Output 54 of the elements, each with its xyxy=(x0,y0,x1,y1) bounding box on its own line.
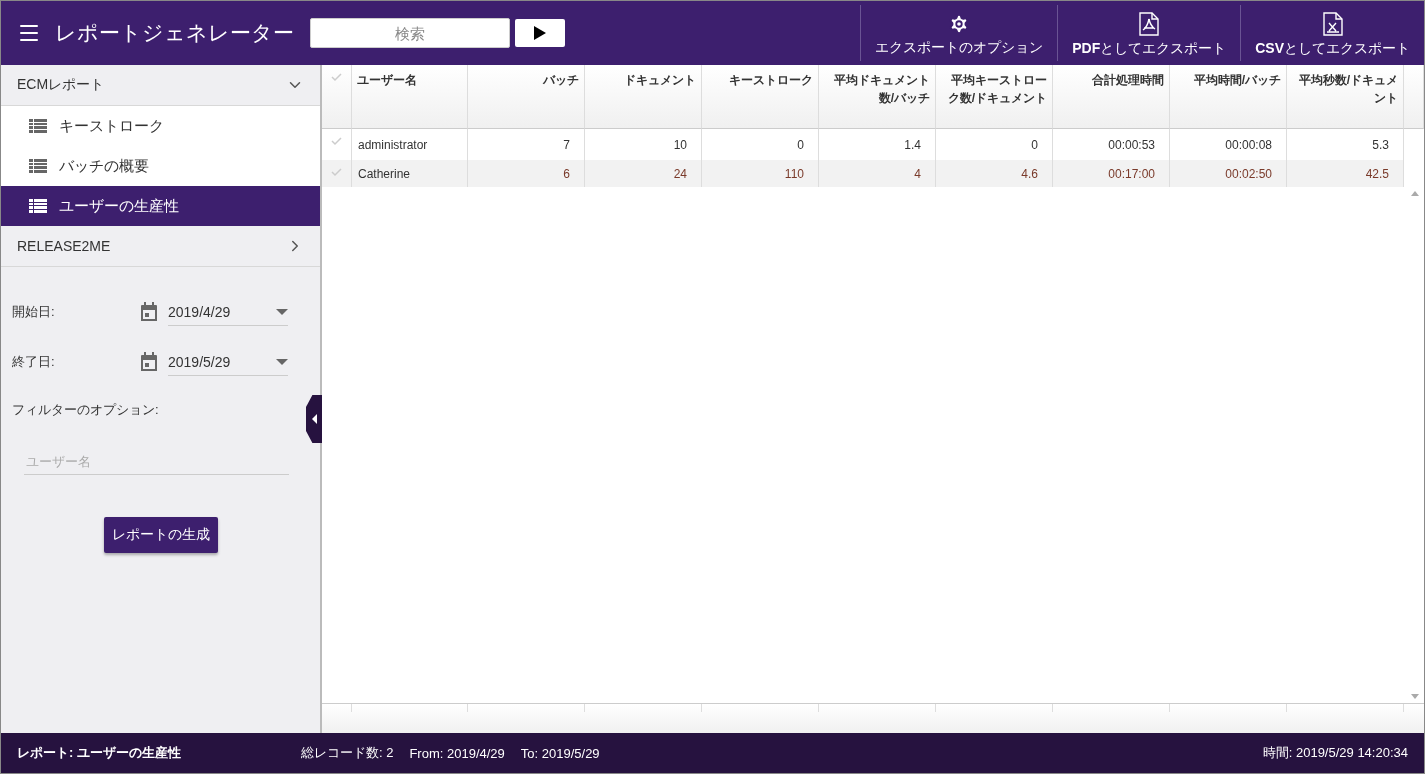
play-icon xyxy=(534,26,546,40)
status-text: レポート: ユーザーの生産性 xyxy=(17,744,181,762)
table-cell: 24 xyxy=(585,160,702,187)
calendar-icon[interactable] xyxy=(140,352,158,372)
check-icon[interactable] xyxy=(331,137,342,146)
check-icon[interactable] xyxy=(331,168,342,177)
menu-item[interactable]: ユーザーの生産性 xyxy=(1,186,320,226)
list-icon xyxy=(29,199,47,213)
app-title: レポートジェネレーター xyxy=(55,20,295,46)
export-button[interactable]: CSVとしてエクスポート xyxy=(1240,5,1424,61)
table-cell: Catherine xyxy=(352,160,468,187)
column-header[interactable]: 合計処理時間 xyxy=(1053,65,1170,129)
calendar-icon[interactable] xyxy=(140,302,158,322)
column-header[interactable]: ドキュメント xyxy=(585,65,702,129)
menu-item[interactable]: バッチの概要 xyxy=(1,146,320,186)
list-icon xyxy=(29,159,47,173)
table-cell: 4 xyxy=(819,160,936,187)
dropdown-caret-icon[interactable] xyxy=(276,358,288,365)
pdf-file-icon xyxy=(1139,12,1160,36)
date-field[interactable]: 2019/4/29 xyxy=(168,298,288,326)
collapse-handle[interactable] xyxy=(306,395,322,443)
field-label: 終了日: xyxy=(12,353,56,371)
column-header[interactable]: 平均秒数/ドキュメント xyxy=(1287,65,1404,129)
run-button[interactable] xyxy=(515,19,565,47)
table-cell: 4.6 xyxy=(936,160,1053,187)
status-text: To: 2019/5/29 xyxy=(520,745,600,761)
export-button[interactable]: エクスポートのオプション xyxy=(860,5,1058,61)
column-header[interactable]: ユーザー名 xyxy=(352,65,468,129)
table-cell: 42.5 xyxy=(1287,160,1404,187)
field-label: 開始日: xyxy=(12,303,56,321)
column-header[interactable]: 平均キーストローク数/ドキュメント xyxy=(936,65,1053,129)
check-icon[interactable] xyxy=(331,73,342,82)
status-text: 時間: 2019/5/29 14:20:34 xyxy=(1262,744,1408,762)
header-background xyxy=(1404,65,1424,129)
table-cell: 00:02:50 xyxy=(1170,160,1287,187)
status-text: 総レコード数: 2 xyxy=(300,744,394,762)
menu-group[interactable]: RELEASE2ME xyxy=(1,226,320,267)
table-cell: 110 xyxy=(702,160,819,187)
table-cell: 6 xyxy=(468,160,585,187)
column-header[interactable]: キーストローク xyxy=(702,65,819,129)
column-header[interactable]: 平均ドキュメント数/バッチ xyxy=(819,65,936,129)
menu-item[interactable]: キーストローク xyxy=(1,106,320,146)
table-cell: 00:17:00 xyxy=(1053,160,1170,187)
export-button[interactable]: PDFとしてエクスポート xyxy=(1057,5,1241,61)
field-label: フィルターのオプション: xyxy=(12,401,160,419)
list-icon xyxy=(29,119,47,133)
date-field[interactable]: 2019/5/29 xyxy=(168,348,288,376)
spreadsheet-file-icon xyxy=(1322,12,1343,36)
status-text: From: 2019/4/29 xyxy=(409,745,505,761)
generate-button[interactable]: レポートの生成 xyxy=(104,517,218,553)
dropdown-caret-icon[interactable] xyxy=(276,308,288,315)
column-header[interactable]: 平均時間/バッチ xyxy=(1170,65,1287,129)
column-header[interactable]: バッチ xyxy=(468,65,585,129)
search-field[interactable]: 検索 xyxy=(310,18,510,48)
